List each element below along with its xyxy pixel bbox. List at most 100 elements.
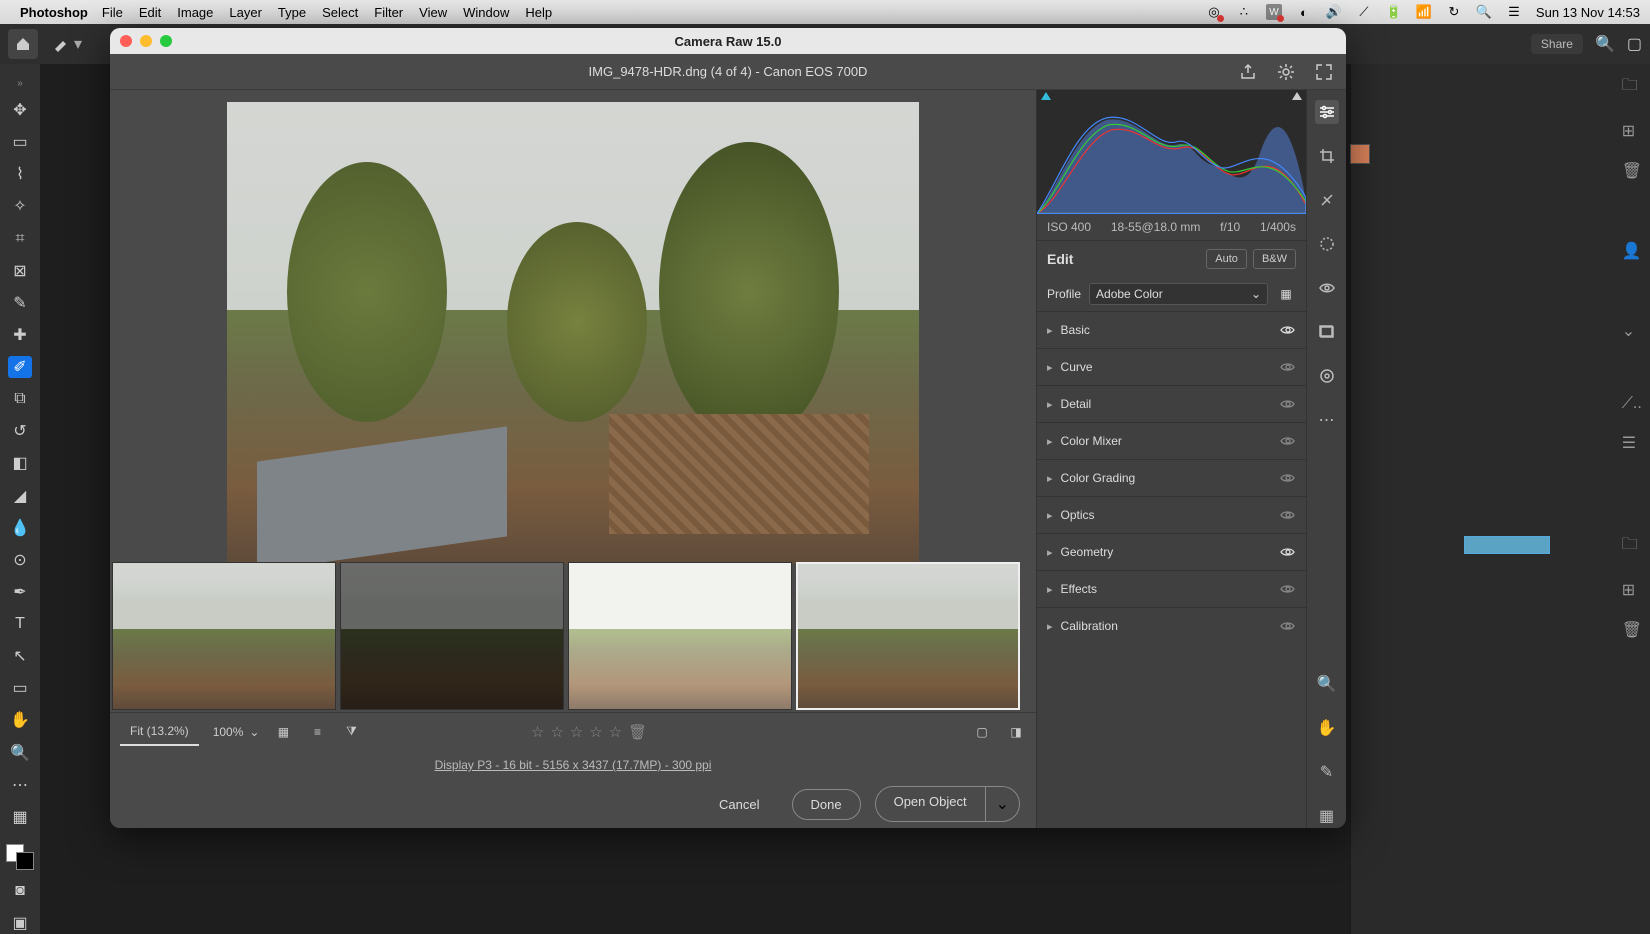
panel-basic[interactable]: ▸Basic (1037, 311, 1306, 348)
auto-button[interactable]: Auto (1206, 249, 1247, 269)
comment-icon[interactable]: 👤 (1622, 241, 1642, 261)
rectangle-tool-icon[interactable]: ▭ (8, 677, 32, 699)
visibility-toggle-icon[interactable] (1280, 544, 1296, 560)
battery-icon[interactable]: 🔋 (1386, 4, 1402, 20)
edit-tool-icon[interactable] (1315, 100, 1339, 124)
tool-preset-picker[interactable]: ▾ (52, 34, 82, 54)
menu-layer[interactable]: Layer (229, 5, 262, 20)
history-brush-tool-icon[interactable]: ↺ (8, 420, 32, 442)
status-record-icon[interactable]: ◎ (1206, 4, 1222, 20)
panel-folder-icon[interactable]: 🗀 (1622, 74, 1642, 101)
mask-tool-icon[interactable] (1315, 232, 1339, 256)
control-center-icon[interactable]: ☰ (1506, 4, 1522, 20)
zoom-dropdown[interactable]: 100%⌄ (213, 725, 260, 739)
visibility-toggle-icon[interactable] (1280, 507, 1296, 523)
gradient-tool-icon[interactable]: ◢ (8, 485, 32, 507)
spotlight-icon[interactable]: 🔍 (1476, 4, 1492, 20)
move-tool-icon[interactable]: ✥ (8, 99, 32, 121)
grid-view-icon[interactable]: ▦ (273, 722, 293, 742)
filmstrip-thumb[interactable] (340, 562, 564, 710)
trash-icon[interactable]: 🗑 (1622, 620, 1642, 640)
open-object-button[interactable]: Open Object (875, 786, 985, 822)
brush-tool-icon[interactable]: ✐ (8, 356, 32, 378)
panel-effects[interactable]: ▸Effects (1037, 570, 1306, 607)
search-icon[interactable]: 🔍 (1595, 34, 1615, 54)
compare-view-icon[interactable]: ◨ (1006, 722, 1026, 742)
crop-tool-icon[interactable]: ⌗ (8, 228, 32, 250)
settings-icon[interactable] (1276, 62, 1296, 82)
panel-new-icon[interactable]: ⊞ (1622, 121, 1642, 141)
menubar-clock[interactable]: Sun 13 Nov 14:53 (1536, 5, 1640, 20)
histogram[interactable] (1037, 90, 1306, 214)
menu-help[interactable]: Help (525, 5, 552, 20)
new-layer-icon[interactable]: ⊞ (1622, 580, 1642, 600)
visibility-toggle-icon[interactable] (1280, 359, 1296, 375)
type-tool-icon[interactable]: T (8, 613, 32, 635)
profile-select[interactable]: Adobe Color ⌄ (1089, 283, 1268, 305)
snapshot-tool-icon[interactable] (1315, 320, 1339, 344)
star-icon[interactable]: ☆ (550, 723, 563, 741)
menu-select[interactable]: Select (322, 5, 358, 20)
crop-tool-icon[interactable] (1315, 144, 1339, 168)
hand-tool-icon[interactable]: ✋ (1315, 716, 1339, 740)
more-tool-icon[interactable]: ⋯ (1315, 408, 1339, 432)
folder-icon[interactable]: 🗀 (1622, 533, 1642, 560)
menu-image[interactable]: Image (177, 5, 213, 20)
app-name[interactable]: Photoshop (20, 5, 88, 20)
heal-tool-icon[interactable]: ✚ (8, 324, 32, 346)
workspace-icon[interactable]: ▢ (1627, 34, 1642, 54)
panel-color-mixer[interactable]: ▸Color Mixer (1037, 422, 1306, 459)
visibility-toggle-icon[interactable] (1280, 470, 1296, 486)
trash-rating-icon[interactable]: 🗑 (628, 723, 647, 741)
home-button[interactable] (8, 29, 38, 59)
status-tool-icon[interactable]: ⟋ (1356, 4, 1372, 20)
share-button[interactable]: Share (1531, 34, 1583, 54)
menu-type[interactable]: Type (278, 5, 306, 20)
status-app-icon[interactable]: W (1266, 4, 1282, 20)
cancel-button[interactable]: Cancel (701, 790, 777, 819)
chevron-down-icon[interactable]: ⌄ (1622, 321, 1642, 341)
done-button[interactable]: Done (792, 789, 861, 820)
visibility-toggle-icon[interactable] (1280, 396, 1296, 412)
visibility-toggle-icon[interactable] (1280, 322, 1296, 338)
menu-view[interactable]: View (419, 5, 447, 20)
fit-zoom-button[interactable]: Fit (13.2%) (120, 718, 199, 746)
eraser-tool-icon[interactable]: ◧ (8, 452, 32, 474)
preset-tool-icon[interactable] (1315, 364, 1339, 388)
star-icon[interactable]: ☆ (531, 723, 544, 741)
filmstrip-thumb[interactable] (112, 562, 336, 710)
panel-detail[interactable]: ▸Detail (1037, 385, 1306, 422)
layer-thumbnail[interactable] (1464, 536, 1550, 554)
grid-tool-icon[interactable]: ▦ (1315, 804, 1339, 828)
panel-optics[interactable]: ▸Optics (1037, 496, 1306, 533)
wand-tool-icon[interactable]: ✧ (8, 195, 32, 217)
wifi-icon[interactable]: 📶 (1416, 4, 1432, 20)
foreground-swatch[interactable] (1350, 144, 1370, 164)
status-dots-icon[interactable]: ∴ (1236, 4, 1252, 20)
star-icon[interactable]: ☆ (589, 723, 602, 741)
visibility-toggle-icon[interactable] (1280, 433, 1296, 449)
blur-tool-icon[interactable]: 💧 (8, 517, 32, 539)
star-icon[interactable]: ☆ (570, 723, 583, 741)
lasso-tool-icon[interactable]: ⌇ (8, 163, 32, 185)
pen-tool-icon[interactable]: ✒ (8, 581, 32, 603)
redeye-tool-icon[interactable] (1315, 276, 1339, 300)
bw-button[interactable]: B&W (1253, 249, 1296, 269)
window-titlebar[interactable]: Camera Raw 15.0 (110, 28, 1346, 54)
sort-icon[interactable]: ≡ (307, 722, 327, 742)
visibility-toggle-icon[interactable] (1280, 618, 1296, 634)
timemachine-icon[interactable]: ↻ (1446, 4, 1462, 20)
hand-tool-icon[interactable]: ✋ (8, 709, 32, 731)
screenmode-icon[interactable]: ▣ (8, 912, 32, 934)
filter-icon[interactable]: ⧩ (341, 722, 361, 742)
heal-tool-icon[interactable] (1315, 188, 1339, 212)
color-swatches[interactable] (6, 844, 34, 870)
panel-calibration[interactable]: ▸Calibration (1037, 607, 1306, 644)
list-icon[interactable]: ☰ (1622, 433, 1642, 453)
dodge-tool-icon[interactable]: ⊙ (8, 549, 32, 571)
edit-toolbar-icon[interactable]: ▦ (8, 806, 32, 828)
panel-geometry[interactable]: ▸Geometry (1037, 533, 1306, 570)
menu-filter[interactable]: Filter (374, 5, 403, 20)
menu-edit[interactable]: Edit (139, 5, 161, 20)
eyedropper-tool-icon[interactable]: ✎ (8, 292, 32, 314)
